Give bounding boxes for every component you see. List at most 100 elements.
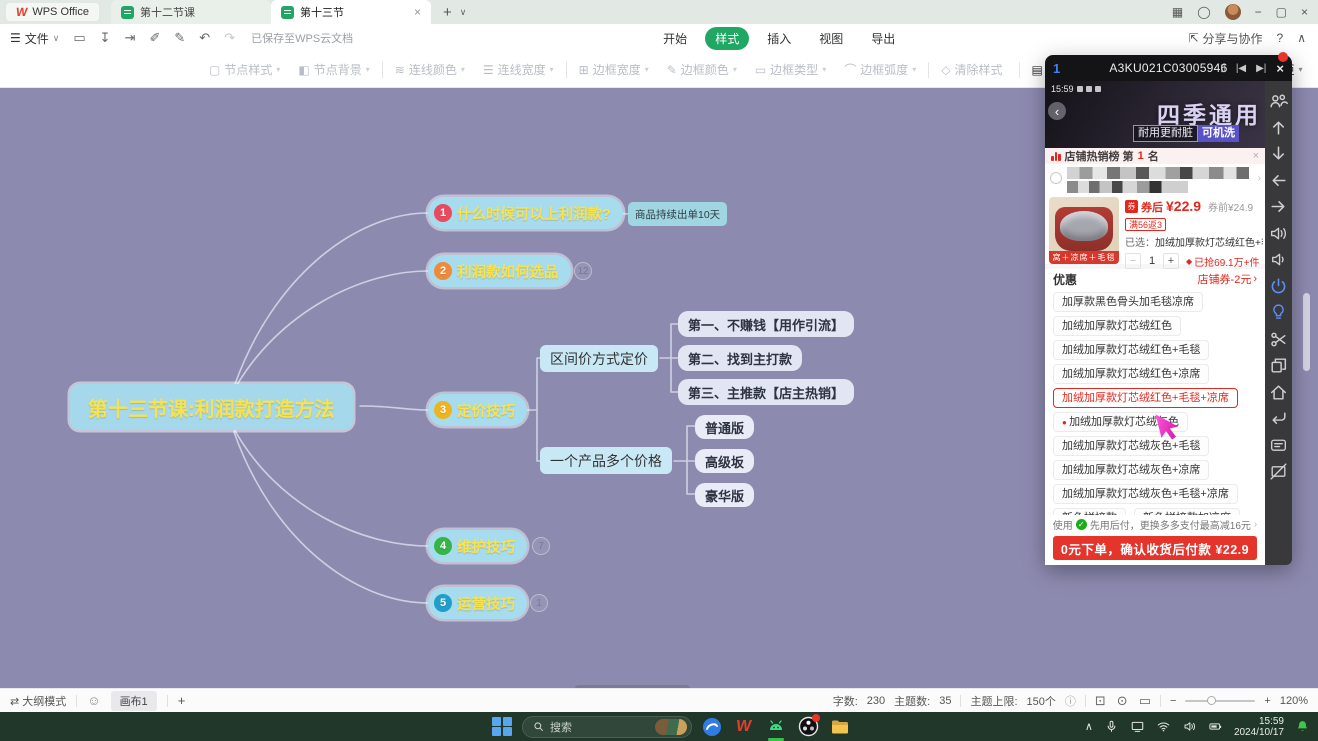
collapsed-count-badge[interactable]: 12	[574, 262, 592, 280]
close-window-button[interactable]: ×	[1301, 5, 1308, 19]
border-color-button[interactable]: ✎ 边框颜色 ▾	[658, 61, 746, 78]
collapsed-count-badge[interactable]: 1	[530, 594, 548, 612]
phone-screen[interactable]: 15:59 ‹ 四季通用 耐用更耐脏 可机洗 店铺热销榜 第 1 名 ×	[1045, 81, 1265, 565]
menu-insert[interactable]: 插入	[757, 27, 801, 50]
prev-device-button[interactable]: |◀	[1236, 63, 1246, 74]
sku-chip[interactable]: 加绒加厚款灯芯绒红色+毛毯	[1053, 340, 1209, 360]
product-image[interactable]: 窝＋凉席＋毛毯	[1049, 197, 1119, 264]
zoom-in-button[interactable]: +	[1264, 695, 1270, 707]
center-view-icon[interactable]: ⊙	[1117, 693, 1128, 709]
leaf-node[interactable]: 第一、不赚钱【用作引流】	[678, 311, 854, 337]
group-icon[interactable]	[1268, 90, 1289, 111]
border-width-button[interactable]: ⊞ 边框宽度 ▾	[570, 61, 658, 78]
sku-chip[interactable]: 新色拼接款加凉席	[1134, 508, 1240, 515]
branch-node-1[interactable]: 1 什么时候可以上利润款?	[428, 197, 623, 229]
collapse-ribbon-icon[interactable]: ∧	[1297, 31, 1306, 45]
node-style-button[interactable]: ▢ 节点样式 ▾	[200, 61, 289, 78]
line-width-button[interactable]: ☰ 连线宽度 ▾	[474, 61, 563, 78]
maximize-button[interactable]: ▢	[1276, 5, 1287, 19]
quantity-minus-button[interactable]: −	[1125, 253, 1141, 269]
child-node-range-price[interactable]: 区间价方式定价	[540, 345, 658, 372]
user-avatar[interactable]	[1225, 4, 1241, 20]
taskbar-app-explorer[interactable]	[828, 715, 852, 739]
taskbar-app-wps[interactable]: W	[732, 715, 756, 739]
close-mirror-button[interactable]: ×	[1276, 61, 1284, 76]
sku-chip[interactable]: 加绒加厚款灯芯绒灰色	[1053, 412, 1188, 432]
screen-off-icon[interactable]	[1268, 461, 1289, 482]
sku-chip[interactable]: 加绒加厚款灯芯绒红色+毛毯+凉席	[1053, 388, 1238, 408]
volume-icon[interactable]	[1182, 719, 1197, 734]
branch-node-5[interactable]: 5 运营技巧	[428, 587, 527, 619]
add-canvas-button[interactable]: +	[178, 693, 186, 708]
buy-now-button[interactable]: 0元下单，确认收货后付款 ¥22.9	[1053, 536, 1257, 560]
next-device-button[interactable]: ▶|	[1256, 63, 1266, 74]
document-tab-2-active[interactable]: 第十三节 ×	[271, 0, 431, 24]
print-icon[interactable]: ▭	[73, 30, 85, 46]
microphone-icon[interactable]	[1104, 719, 1119, 734]
menu-style[interactable]: 样式	[705, 27, 749, 50]
collapsed-count-badge[interactable]: 7	[532, 537, 550, 555]
minimap-icon[interactable]: ▭	[1139, 693, 1151, 709]
border-type-button[interactable]: ▭ 边框类型 ▾	[746, 61, 835, 78]
sku-chip[interactable]: 加绒加厚款灯芯绒红色	[1053, 316, 1181, 336]
zoom-slider-knob[interactable]	[1207, 696, 1216, 705]
theme-icon[interactable]: ◯	[1197, 5, 1210, 19]
taskbar-app-quark[interactable]	[700, 715, 724, 739]
menu-view[interactable]: 视图	[809, 27, 853, 50]
home-icon[interactable]	[1268, 382, 1289, 403]
save-icon[interactable]: ↧	[100, 30, 111, 46]
info-icon[interactable]: ⓘ	[1065, 693, 1076, 709]
sku-chip[interactable]: 加绒加厚款灯芯绒红色+凉席	[1053, 364, 1209, 384]
file-menu-button[interactable]: ☰ 文件 ∨	[10, 30, 59, 47]
central-topic-node[interactable]: 第十三节课:利润款打造方法	[70, 384, 353, 430]
battery-icon[interactable]	[1208, 719, 1223, 734]
annotate-icon[interactable]: ✎	[174, 30, 185, 46]
leaf-node[interactable]: 普通版	[695, 415, 754, 439]
taskbar-app-obs[interactable]	[796, 715, 820, 739]
arrow-right-icon[interactable]	[1268, 196, 1289, 217]
menu-start[interactable]: 开始	[653, 27, 697, 50]
arrow-left-icon[interactable]	[1268, 170, 1289, 191]
tray-expand-icon[interactable]: ∧	[1085, 720, 1093, 733]
sku-chip[interactable]: 新色拼接款	[1053, 508, 1126, 515]
node-background-button[interactable]: ◧ 节点背景 ▾	[289, 61, 378, 78]
clear-style-button[interactable]: ◇ 清除样式	[932, 61, 1015, 78]
close-tab-icon[interactable]: ×	[414, 5, 421, 19]
help-button[interactable]: ?	[1277, 31, 1284, 45]
outline-mode-toggle[interactable]: ⇄ 大纲模式	[10, 693, 66, 709]
zoom-out-button[interactable]: −	[1170, 695, 1176, 707]
message-icon[interactable]	[1268, 435, 1289, 456]
back-icon[interactable]	[1268, 408, 1289, 429]
sku-chip[interactable]: 加绒加厚款灯芯绒灰色+凉席	[1053, 460, 1209, 480]
taskbar-clock[interactable]: 15:59 2024/10/17	[1234, 716, 1284, 738]
vertical-scrollbar[interactable]	[1303, 293, 1310, 371]
sku-chip[interactable]: 加绒加厚款灯芯绒灰色+毛毯	[1053, 436, 1209, 456]
quantity-plus-button[interactable]: +	[1163, 253, 1179, 269]
line-color-button[interactable]: ≋ 连线颜色 ▾	[386, 61, 474, 78]
workspace-icon[interactable]: ▦	[1172, 5, 1183, 19]
menu-export[interactable]: 导出	[861, 27, 905, 50]
new-tab-button[interactable]: +	[443, 4, 452, 21]
carousel-back-icon[interactable]: ‹	[1048, 102, 1066, 120]
wps-home-tab[interactable]: W WPS Office	[6, 3, 99, 21]
start-button[interactable]	[490, 715, 514, 739]
taskbar-app-phone-mirror[interactable]	[764, 715, 788, 739]
phone-mirror-titlebar[interactable]: 1 A3KU021C03005946 ▯ |◀ ▶| ×	[1045, 55, 1292, 81]
zoom-slider[interactable]	[1185, 700, 1255, 702]
sticker-icon[interactable]: ☺	[87, 693, 100, 708]
monitor-icon[interactable]	[1130, 719, 1145, 734]
border-arc-button[interactable]: ⌒ 边框弧度 ▾	[835, 61, 925, 78]
format-painter-icon[interactable]: ✐	[149, 30, 160, 46]
branch-node-3[interactable]: 3 定价技巧	[428, 394, 527, 426]
redo-icon[interactable]: ↷	[224, 30, 235, 46]
multitask-icon[interactable]	[1268, 355, 1289, 376]
leaf-node[interactable]: 高级坂	[695, 449, 754, 473]
volume-up-icon[interactable]	[1268, 223, 1289, 244]
device-screen-icon[interactable]: ▯	[1220, 63, 1226, 74]
minimize-button[interactable]: −	[1255, 5, 1262, 19]
shop-coupon-link[interactable]: 店铺券-2元 ›	[1198, 271, 1257, 287]
scissors-icon[interactable]	[1268, 329, 1289, 350]
wifi-icon[interactable]	[1156, 719, 1171, 734]
pay-later-bar[interactable]: 使用 ✓ 先用后付，更换多多支付最高减16元 ›	[1045, 515, 1265, 533]
power-icon[interactable]	[1268, 276, 1289, 297]
